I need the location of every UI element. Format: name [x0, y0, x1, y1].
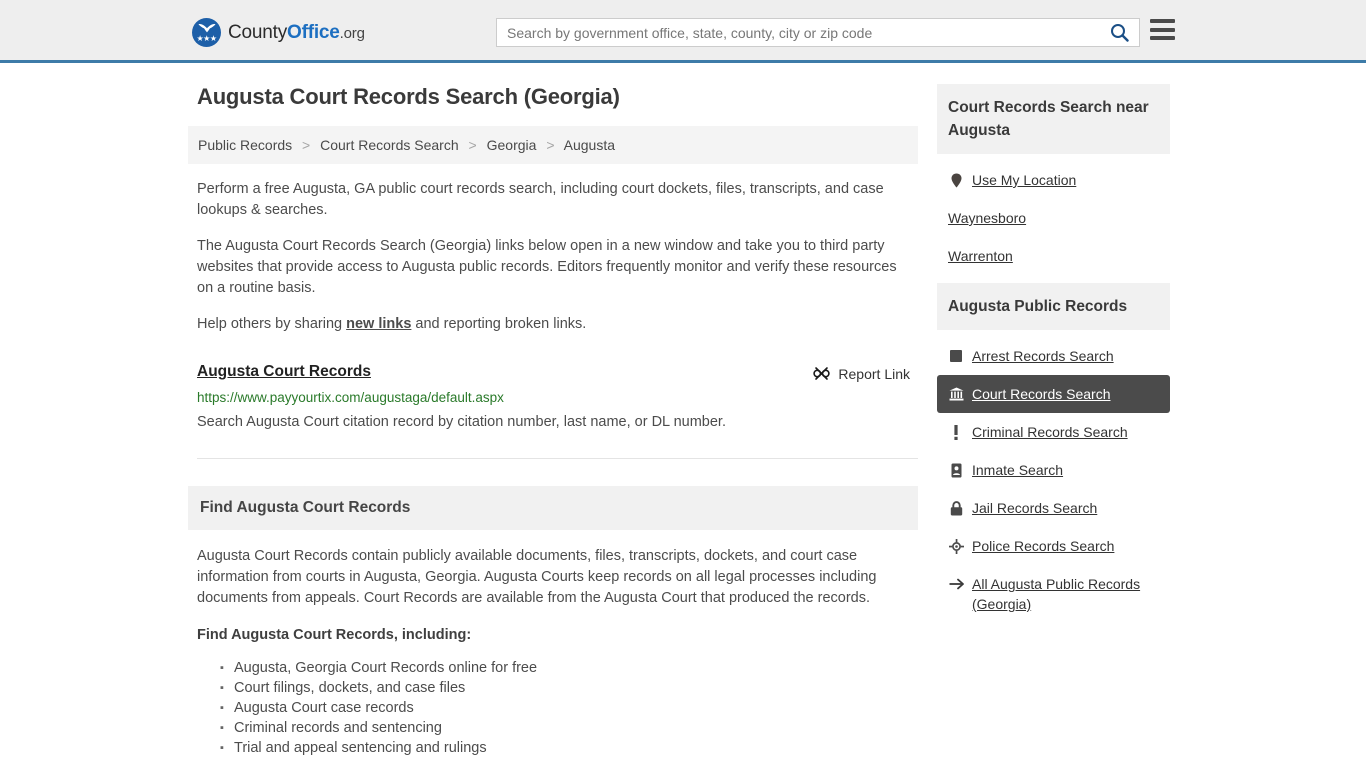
hamburger-bar — [1150, 27, 1175, 32]
sidebar-item-label: Jail Records Search — [972, 500, 1098, 516]
sidebar-item-label: Arrest Records Search — [972, 348, 1114, 364]
broken-link-icon — [813, 367, 831, 380]
site-header: ★★★ CountyOffice.org — [0, 0, 1366, 63]
share-text-after: and reporting broken links. — [411, 316, 587, 332]
breadcrumb: Public Records > Court Records Search > … — [188, 126, 918, 164]
nearby-panel-list: Use My Location Waynesboro Warrenton — [937, 154, 1170, 275]
result-description: Search Augusta Court citation record by … — [197, 414, 726, 430]
result-title-link[interactable]: Augusta Court Records — [197, 363, 371, 381]
courthouse-icon — [948, 386, 964, 402]
hamburger-menu-icon[interactable] — [1150, 19, 1175, 40]
page-title: Augusta Court Records Search (Georgia) — [197, 84, 620, 109]
logo-text-org: .org — [339, 24, 365, 42]
logo-text-office: Office — [287, 21, 340, 43]
sidebar-item-label: Police Records Search — [972, 538, 1115, 554]
feature-list: Augusta, Georgia Court Records online fo… — [197, 658, 909, 758]
section-paragraph: Augusta Court Records contain publicly a… — [197, 548, 877, 606]
main-column: Augusta Court Records Search (Georgia) P… — [188, 84, 918, 758]
report-link-label: Report Link — [838, 365, 910, 382]
list-item: Criminal records and sentencing — [220, 718, 909, 738]
content-area: Augusta Court Records Search (Georgia) P… — [188, 63, 1178, 758]
sidebar-item-label: Criminal Records Search — [972, 424, 1128, 440]
list-item: Augusta Court case records — [220, 698, 909, 718]
hamburger-bar — [1150, 19, 1175, 23]
list-item: Augusta, Georgia Court Records online fo… — [220, 658, 909, 678]
search-result: Report Link Augusta Court Records https:… — [197, 363, 918, 459]
breadcrumb-separator: > — [302, 137, 311, 153]
breadcrumb-item-georgia[interactable]: Georgia — [487, 137, 537, 153]
sidebar-item-label: Warrenton — [948, 248, 1013, 264]
sidebar: Court Records Search near Augusta Use My… — [937, 84, 1170, 631]
intro-paragraph-3: Help others by sharing new links and rep… — [197, 314, 912, 335]
sidebar-item-label: All Augusta Public Records (Georgia) — [972, 576, 1141, 612]
report-link-button[interactable]: Report Link — [813, 365, 910, 382]
lock-icon — [948, 500, 964, 516]
new-links-link[interactable]: new links — [346, 316, 411, 332]
eagle-glyph — [198, 24, 215, 33]
share-text-before: Help others by sharing — [197, 316, 347, 332]
sidebar-item-label: Inmate Search — [972, 462, 1064, 478]
public-records-panel: Augusta Public Records Arrest Records Se… — [937, 283, 1170, 623]
list-item: Trial and appeal sentencing and rulings — [220, 738, 909, 758]
hamburger-bar — [1150, 36, 1175, 40]
breadcrumb-separator: > — [546, 137, 555, 153]
section-list-intro: Find Augusta Court Records, including: — [197, 627, 472, 643]
arrow-right-icon — [948, 576, 964, 592]
eagle-shield-logo-icon: ★★★ — [192, 18, 221, 47]
breadcrumb-item-augusta[interactable]: Augusta — [564, 137, 615, 153]
public-records-panel-heading: Augusta Public Records — [937, 283, 1170, 330]
square-icon — [948, 348, 964, 364]
sidebar-item-label: Waynesboro — [948, 210, 1027, 226]
list-item: Court filings, dockets, and case files — [220, 678, 909, 698]
police-badge-icon — [948, 538, 964, 554]
search-input[interactable] — [497, 19, 1099, 46]
sidebar-item-label: Use My Location — [972, 172, 1077, 188]
site-logo[interactable]: ★★★ CountyOffice.org — [192, 18, 365, 47]
sidebar-item-criminal-records-search[interactable]: Criminal Records Search — [937, 413, 1170, 451]
search-button[interactable] — [1099, 19, 1139, 46]
search-icon — [1110, 24, 1129, 42]
map-pin-icon — [948, 172, 964, 188]
sidebar-item-court-records-search[interactable]: Court Records Search — [937, 375, 1170, 413]
exclamation-icon — [948, 424, 964, 440]
sidebar-item-arrest-records-search[interactable]: Arrest Records Search — [937, 337, 1170, 375]
logo-wordmark: CountyOffice.org — [228, 22, 365, 44]
id-badge-icon — [948, 462, 964, 478]
public-records-panel-list: Arrest Records Search Court Records Sear… — [937, 330, 1170, 623]
breadcrumb-item-public-records[interactable]: Public Records — [198, 137, 292, 153]
sidebar-item-all-augusta-public-records[interactable]: All Augusta Public Records (Georgia) — [937, 565, 1170, 623]
sidebar-item-police-records-search[interactable]: Police Records Search — [937, 527, 1170, 565]
sidebar-item-use-my-location[interactable]: Use My Location — [937, 161, 1170, 199]
sidebar-item-inmate-search[interactable]: Inmate Search — [937, 451, 1170, 489]
page-container: Augusta Court Records Search (Georgia) P… — [0, 63, 1366, 758]
sidebar-item-label: Court Records Search — [972, 386, 1111, 402]
breadcrumb-separator: > — [468, 137, 477, 153]
sidebar-item-jail-records-search[interactable]: Jail Records Search — [937, 489, 1170, 527]
logo-text-county: County — [228, 21, 288, 43]
section-heading: Find Augusta Court Records — [188, 486, 918, 530]
section-body: Augusta Court Records contain publicly a… — [188, 530, 918, 758]
sidebar-item-warrenton[interactable]: Warrenton — [937, 237, 1170, 275]
result-url: https://www.payyourtix.com/augustaga/def… — [197, 390, 504, 405]
nearby-search-panel: Court Records Search near Augusta Use My… — [937, 84, 1170, 275]
intro-paragraph-2: The Augusta Court Records Search (Georgi… — [197, 238, 897, 296]
intro-paragraph-1: Perform a free Augusta, GA public court … — [197, 181, 884, 218]
search-bar[interactable] — [496, 18, 1140, 47]
breadcrumb-item-court-records-search[interactable]: Court Records Search — [320, 137, 459, 153]
nearby-panel-heading: Court Records Search near Augusta — [937, 84, 1170, 154]
sidebar-item-waynesboro[interactable]: Waynesboro — [937, 199, 1170, 237]
stars-glyph: ★★★ — [196, 34, 217, 43]
